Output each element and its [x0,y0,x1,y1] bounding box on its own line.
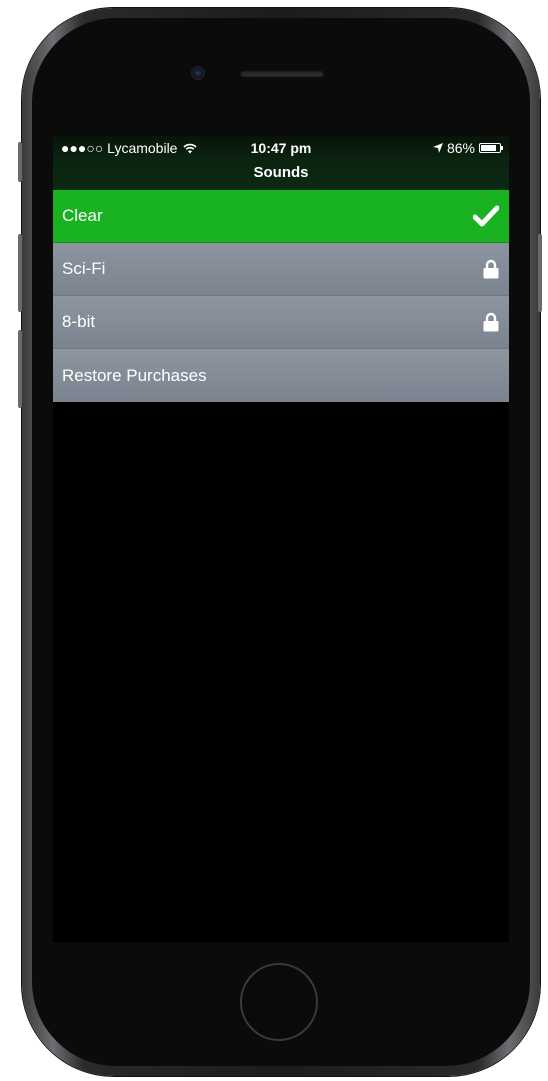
lock-icon [483,312,499,332]
home-button[interactable] [240,963,318,1041]
sound-row-8-bit[interactable]: 8-bit [53,296,509,349]
lock-icon [483,259,499,279]
mute-switch [18,142,22,182]
sound-row-label: Clear [62,206,103,225]
status-bar: ●●●○○ Lycamobile 10:47 pm 86% [53,136,509,160]
page-title: Sounds [253,164,309,181]
earpiece-speaker [240,70,324,77]
restore-purchases-row[interactable]: Restore Purchases [53,349,509,402]
sound-row-label: 8-bit [62,312,96,331]
status-right: 86% [432,140,503,156]
navigation-bar: Sounds [53,160,509,190]
power-button [538,234,542,312]
battery-fill [481,145,497,151]
sound-row-label: Sci-Fi [62,259,106,278]
front-camera [191,66,205,80]
battery-icon [479,143,503,153]
volume-up-button [18,234,22,312]
location-arrow-icon [432,140,443,156]
sound-row-sci-fi[interactable]: Sci-Fi [53,243,509,296]
volume-down-button [18,330,22,408]
battery-percent: 86% [446,140,475,156]
checkmark-icon [473,205,499,227]
sound-row-clear[interactable]: Clear [53,190,509,243]
restore-purchases-label: Restore Purchases [62,365,207,385]
app-screen: ●●●○○ Lycamobile 10:47 pm 86% Sounds Cle… [53,136,509,942]
